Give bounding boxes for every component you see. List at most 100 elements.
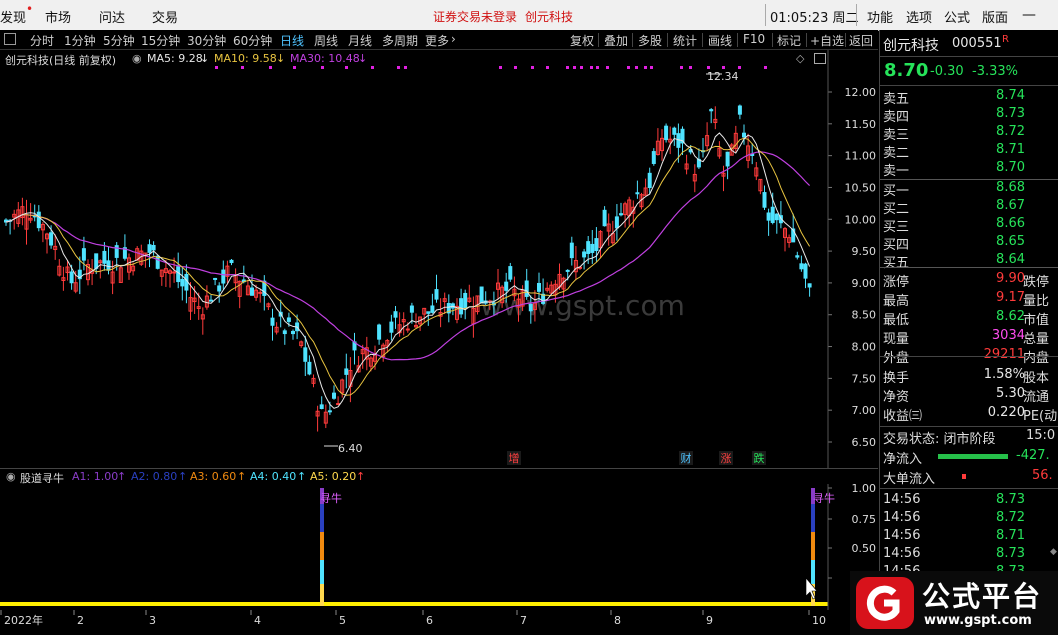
candle-body [614, 216, 619, 229]
date-label: 2 [77, 614, 84, 627]
quote-row-label: 涨停 [883, 275, 910, 290]
candle-body [602, 209, 607, 227]
period-tab-daily[interactable]: 日线 [280, 32, 304, 49]
a4-label: A4: 0.40 [250, 470, 297, 483]
signal-dot [499, 66, 502, 69]
big-inflow-bar [962, 474, 966, 479]
add-watchlist-button[interactable]: +自选 [810, 32, 844, 49]
quote-row-value: 8.73 [996, 546, 1025, 561]
signal-dot [546, 66, 549, 69]
minimize-icon[interactable]: — [1022, 7, 1036, 23]
quote-row-value: 8.71 [996, 528, 1025, 543]
period-tab-weekly[interactable]: 周线 [314, 32, 338, 49]
quote-row-label2: 股本 [1023, 371, 1050, 386]
candle-body [106, 260, 111, 271]
menu-function[interactable]: 功能 [867, 7, 893, 26]
menu-wenda[interactable]: 问达 [99, 7, 125, 26]
period-tab-monthly[interactable]: 月线 [348, 32, 372, 49]
period-tab-1min[interactable]: 1分钟 [64, 32, 96, 49]
quote-row: 买三 8.66 [883, 216, 1055, 235]
candle-body [209, 299, 213, 302]
net-inflow-value: -427. [1016, 448, 1050, 463]
quote-row-label: 最低 [883, 313, 910, 328]
menu-options[interactable]: 选项 [906, 7, 932, 26]
candle-body [426, 311, 431, 314]
scroll-handle-icon[interactable]: ◆ [1050, 547, 1057, 557]
candle-body [504, 281, 509, 291]
f10-button[interactable]: F10 [743, 32, 765, 46]
back-button[interactable]: 返回 [849, 32, 873, 49]
candle-body [327, 410, 332, 413]
candle-body [594, 238, 599, 252]
period-tab-5min[interactable]: 5分钟 [103, 32, 135, 49]
quote-row-label: 买一 [883, 184, 910, 199]
a1-arrow-icon: ↑ [117, 470, 127, 483]
date-axis: 2022年 2 3 4 5 6 7 8 9 10 [0, 610, 826, 627]
divider [772, 33, 773, 47]
signal-bar-may [320, 488, 324, 606]
ma10-line [5, 137, 811, 396]
candle-body [459, 298, 464, 315]
quote-row-label: 14:56 [883, 546, 921, 561]
period-tab-multi[interactable]: 多周期 [382, 32, 418, 49]
a5-label: A5: 0.20 [310, 470, 357, 483]
candle-body [770, 206, 775, 223]
panel-toggle-icon[interactable] [4, 33, 16, 45]
candle-body [393, 311, 398, 318]
candlestick-chart[interactable]: www.gspt.com 12.00 11.50 11.00 10.50 10.00 9.… [0, 50, 878, 468]
candle-body [286, 317, 291, 322]
menu-layout[interactable]: 版面 [982, 7, 1008, 26]
candle-body [258, 291, 263, 294]
candle-body [377, 324, 382, 340]
candle-body [762, 192, 767, 208]
candle-body [537, 282, 541, 292]
r-badge: R [1002, 34, 1009, 45]
quote-row-label2: PE(动) [1023, 409, 1058, 424]
draw-line-button[interactable]: 画线 [708, 32, 732, 49]
event-tag[interactable]: 增 [509, 451, 520, 465]
candle-body [709, 109, 714, 112]
brand-logo: 公式平台 www.gspt.com [850, 571, 1058, 635]
menu-discover[interactable]: 发现 [0, 7, 26, 26]
candle-body [524, 280, 529, 297]
quote-row-label2: 流通 [1023, 390, 1050, 405]
signal-segment [320, 584, 324, 606]
multi-stock-button[interactable]: 多股 [638, 32, 662, 49]
quote-row-value: 8.64 [996, 252, 1025, 267]
a4-arrow-icon: ↑ [297, 470, 307, 483]
menu-formula[interactable]: 公式 [944, 7, 970, 26]
event-tag[interactable]: 涨 [721, 452, 732, 465]
period-tab-timeline[interactable]: 分时 [30, 32, 54, 49]
login-notice[interactable]: 证券交易未登录 [433, 8, 517, 25]
mark-button[interactable]: 标记 [777, 32, 801, 49]
event-tag[interactable]: 财 [681, 451, 692, 465]
adjust-button[interactable]: 复权 [570, 32, 594, 49]
candle-body [213, 277, 218, 280]
candle-body [229, 259, 234, 264]
quote-row-value: 8.62 [996, 309, 1025, 324]
menu-trade[interactable]: 交易 [152, 7, 178, 26]
quote-row-value: 1.58% [983, 367, 1025, 382]
chevron-right-icon[interactable]: › [451, 32, 456, 46]
indicator-chart[interactable]: 寻牛 寻牛 1.000.750.500.25 [0, 484, 878, 610]
period-tab-15min[interactable]: 15分钟 [141, 32, 180, 49]
quote-panel: 创元科技 000551 R 8.70 -0.30 -3.33% 卖五 8.74 卖四… [879, 30, 1058, 635]
signal-segment [811, 560, 815, 584]
period-tab-more[interactable]: 更多 [425, 32, 449, 49]
quote-row: 14:56 8.71 [883, 528, 1055, 546]
quote-row-value: 9.90 [996, 271, 1025, 286]
quote-row-label: 14:56 [883, 492, 921, 507]
statistics-button[interactable]: 统计 [673, 32, 697, 49]
candle-body [590, 243, 595, 253]
big-inflow-value: 56. [1032, 468, 1053, 483]
quote-row-label: 卖二 [883, 146, 910, 161]
event-tag[interactable]: 跌 [754, 451, 765, 465]
period-tab-60min[interactable]: 60分钟 [233, 32, 272, 49]
period-tab-30min[interactable]: 30分钟 [187, 32, 226, 49]
overlay-button[interactable]: 叠加 [604, 32, 628, 49]
candle-body [635, 192, 640, 195]
menu-market[interactable]: 市场 [45, 7, 71, 26]
signal-dot [215, 66, 218, 69]
signal-dot [722, 66, 725, 69]
indicator-settings-icon[interactable]: ◉ [6, 470, 16, 483]
